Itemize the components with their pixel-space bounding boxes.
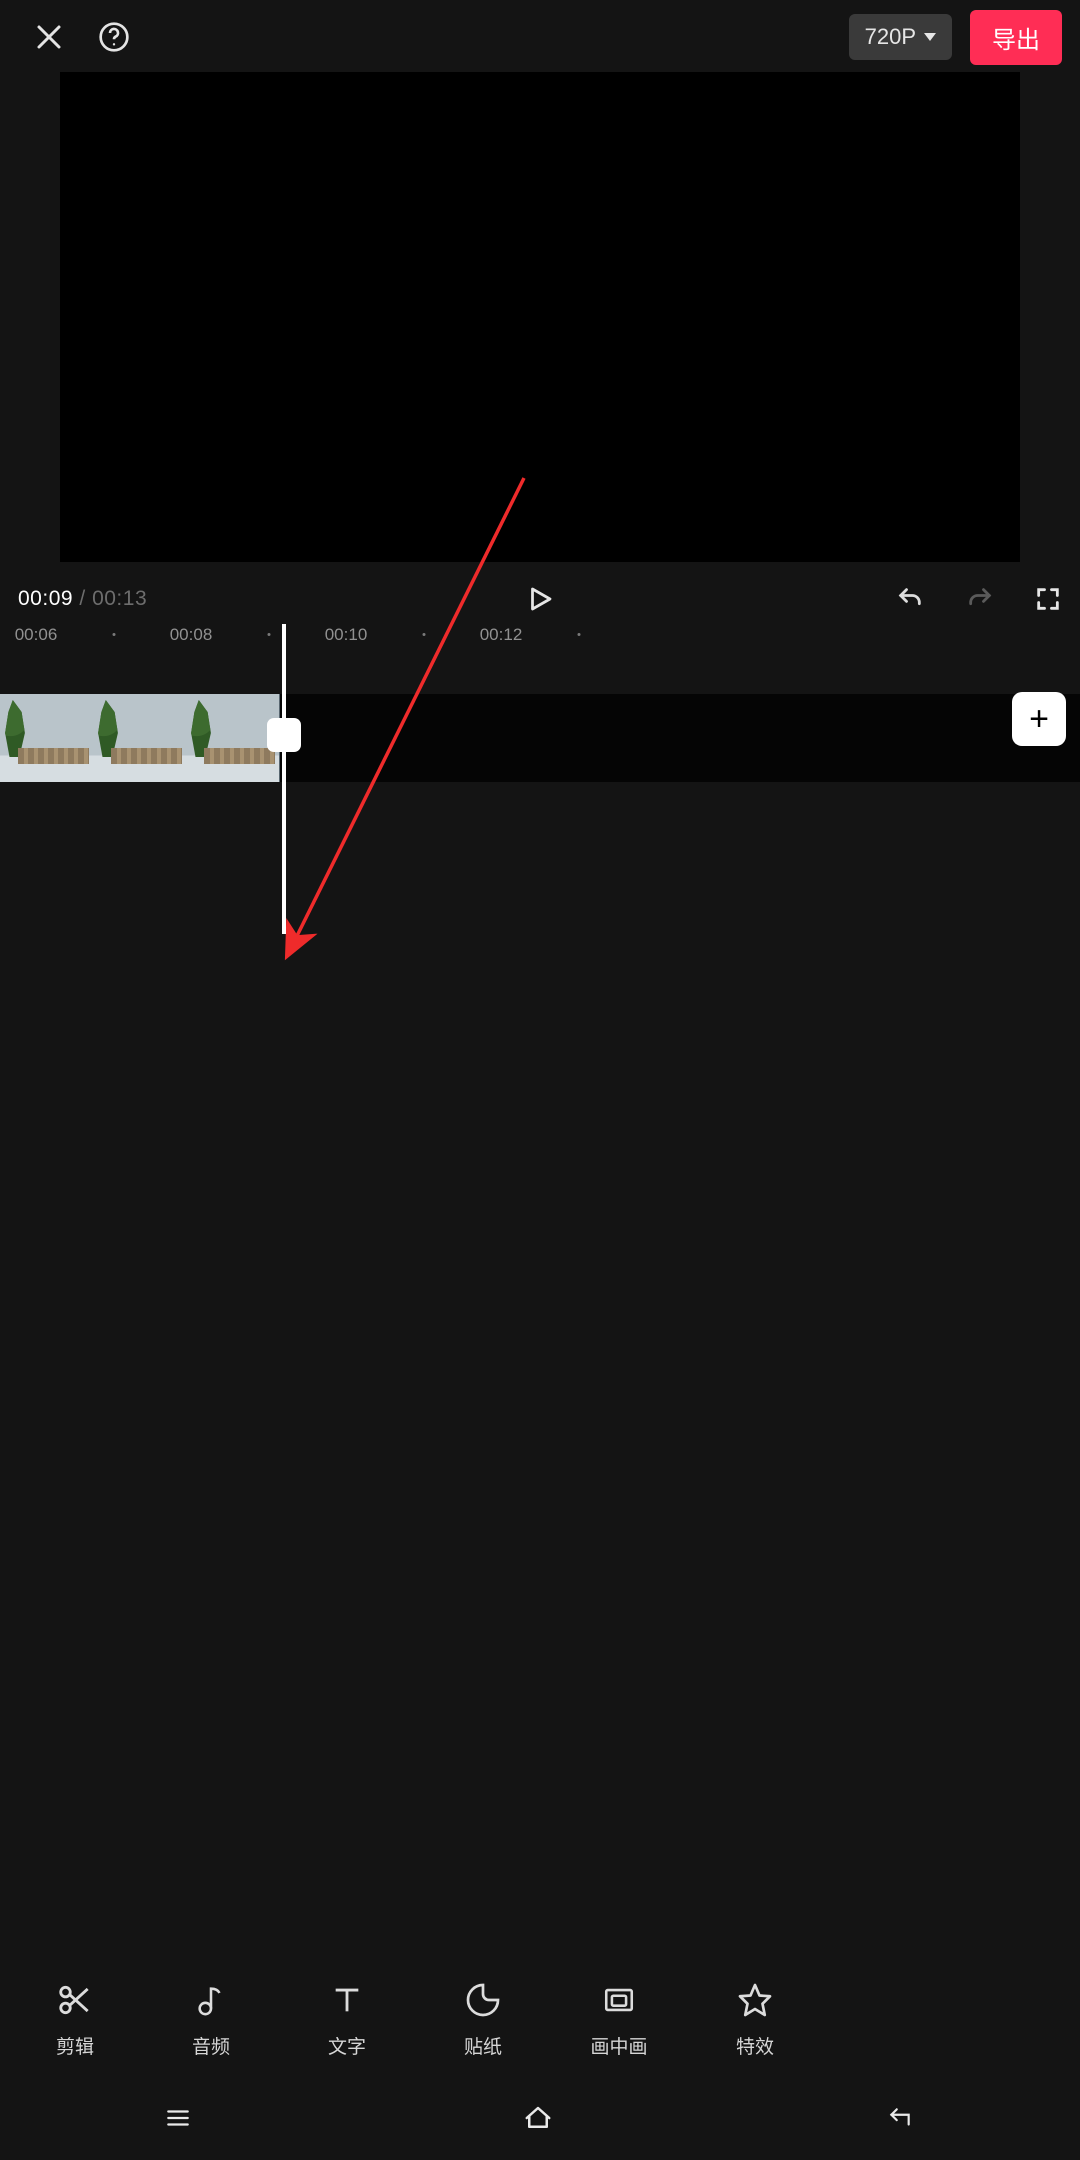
ruler-dot <box>268 633 271 636</box>
video-clip-dark[interactable] <box>280 694 1080 782</box>
top-bar: 720P 导出 <box>0 0 1080 74</box>
time-display: 00:09 / 00:13 <box>18 587 147 611</box>
chevron-down-icon <box>924 33 936 41</box>
ruler-tick: 00:10 <box>325 625 368 645</box>
ruler-tick: 00:08 <box>170 625 213 645</box>
top-bar-right: 720P 导出 <box>849 10 1080 65</box>
play-icon[interactable] <box>525 582 555 616</box>
music-note-icon <box>194 1980 228 2020</box>
text-icon <box>330 1980 364 2020</box>
close-icon[interactable] <box>34 22 64 52</box>
ruler-tick: 00:06 <box>15 625 58 645</box>
ruler-tick: 00:12 <box>480 625 523 645</box>
video-clip[interactable] <box>0 694 280 782</box>
tool-label: 剪辑 <box>56 2032 94 2059</box>
tool-label: 文字 <box>328 2032 366 2059</box>
tool-label: 画中画 <box>590 2032 647 2059</box>
plus-icon: + <box>1029 700 1049 739</box>
resolution-label: 720P <box>865 24 916 50</box>
timeline-ruler: 00:06 00:08 00:10 00:12 <box>0 618 1080 652</box>
ruler-dot <box>113 633 116 636</box>
system-nav-bar <box>0 2080 1080 2160</box>
tool-audio[interactable]: 音频 <box>172 1980 250 2059</box>
ruler-dot <box>578 633 581 636</box>
timeline[interactable]: 00:06 00:08 00:10 00:12 + <box>0 618 1080 1942</box>
clip-thumbnail <box>0 694 93 782</box>
help-icon[interactable] <box>98 21 130 53</box>
tool-cut[interactable]: 剪辑 <box>36 1980 114 2059</box>
tool-fx[interactable]: 特效 <box>716 1980 794 2059</box>
tool-pip[interactable]: 画中画 <box>580 1980 658 2059</box>
resolution-button[interactable]: 720P <box>849 14 952 60</box>
nav-back-icon[interactable] <box>881 2105 919 2136</box>
fullscreen-icon[interactable] <box>1034 585 1062 613</box>
bottom-tool-row: 剪辑 音频 文字 贴纸 画中画 特效 <box>0 1964 1080 2074</box>
export-button[interactable]: 导出 <box>970 10 1062 65</box>
nav-recent-icon[interactable] <box>161 2105 195 2136</box>
tool-label: 贴纸 <box>464 2032 502 2059</box>
playhead-handle[interactable] <box>267 718 301 752</box>
playhead-line <box>282 624 286 934</box>
video-preview[interactable] <box>60 72 1020 562</box>
nav-home-icon[interactable] <box>518 2103 558 2138</box>
redo-icon <box>964 585 996 613</box>
time-separator: / <box>73 587 92 610</box>
tool-label: 音频 <box>192 2032 230 2059</box>
timeline-tracks[interactable]: + <box>0 678 1080 798</box>
scissors-icon <box>56 1980 94 2020</box>
sticker-icon <box>465 1980 501 2020</box>
undo-icon[interactable] <box>894 585 926 613</box>
total-duration: 00:13 <box>92 587 147 610</box>
export-label: 导出 <box>992 27 1040 54</box>
tool-sticker[interactable]: 贴纸 <box>444 1980 522 2059</box>
top-bar-left <box>0 21 130 53</box>
clip-thumbnail <box>186 694 279 782</box>
playback-right-controls <box>894 585 1062 613</box>
pip-icon <box>600 1980 638 2020</box>
ruler-dot <box>423 633 426 636</box>
star-icon <box>737 1980 773 2020</box>
add-clip-button[interactable]: + <box>1012 692 1066 746</box>
tool-label: 特效 <box>736 2032 774 2059</box>
current-time: 00:09 <box>18 587 73 610</box>
clip-thumbnail <box>93 694 186 782</box>
tool-text[interactable]: 文字 <box>308 1980 386 2059</box>
